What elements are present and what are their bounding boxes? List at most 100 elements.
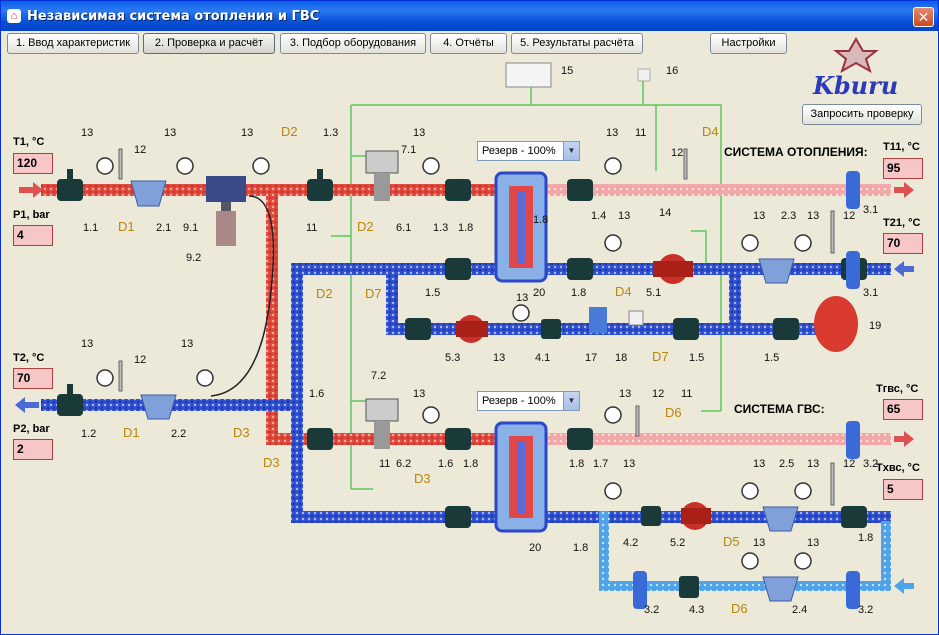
reserve-select-heating-value: Резерв - 100% xyxy=(482,145,556,157)
svg-text:6.1: 6.1 xyxy=(396,222,411,234)
p2-field[interactable]: 2 xyxy=(13,439,53,460)
svg-text:14: 14 xyxy=(659,207,671,219)
pressure-switch-icon xyxy=(628,310,644,326)
svg-text:D6: D6 xyxy=(731,601,748,616)
dhw-supply-pipe xyxy=(546,433,891,445)
t11-field[interactable]: 95 xyxy=(883,158,923,179)
main-window: ⌂ Независимая система отопления и ГВС ✕ … xyxy=(0,0,939,635)
svg-text:12: 12 xyxy=(843,210,855,222)
svg-text:D2: D2 xyxy=(357,219,374,234)
t21-field[interactable]: 70 xyxy=(883,233,923,254)
svg-text:2.4: 2.4 xyxy=(792,604,807,616)
svg-text:1.6: 1.6 xyxy=(438,458,453,470)
svg-text:D3: D3 xyxy=(233,425,250,440)
tgvs-field[interactable]: 65 xyxy=(883,399,923,420)
chevron-down-icon[interactable]: ▼ xyxy=(563,142,579,160)
svg-text:19: 19 xyxy=(869,320,881,332)
svg-text:1.5: 1.5 xyxy=(689,352,704,364)
scheme-diagram: 13 13 13 12 1.3 1.1 2.1 9.1 9.2 7.1 13 6.1 1.3 1.… xyxy=(15,37,914,616)
svg-text:13: 13 xyxy=(753,537,765,549)
svg-text:1.5: 1.5 xyxy=(764,352,779,364)
svg-text:1.3: 1.3 xyxy=(433,222,448,234)
svg-text:13: 13 xyxy=(807,537,819,549)
heat-exchanger-dhw-icon xyxy=(494,421,548,533)
t21-label: T21, °C xyxy=(883,217,921,229)
svg-text:D4: D4 xyxy=(615,284,632,299)
svg-text:2.5: 2.5 xyxy=(779,458,794,470)
svg-text:1.5: 1.5 xyxy=(425,287,440,299)
svg-text:13: 13 xyxy=(606,127,618,139)
logo-text: Kburu xyxy=(812,71,898,100)
svg-text:D5: D5 xyxy=(723,534,740,549)
svg-text:20: 20 xyxy=(529,542,541,554)
arrow-thvs-in-icon xyxy=(894,578,914,594)
svg-text:5.1: 5.1 xyxy=(646,287,661,299)
reserve-select-dhw-value: Резерв - 100% xyxy=(482,395,556,407)
svg-text:D3: D3 xyxy=(414,471,431,486)
svg-text:13: 13 xyxy=(413,388,425,400)
t2-field[interactable]: 70 xyxy=(13,368,53,389)
svg-text:13: 13 xyxy=(241,127,253,139)
svg-text:D4: D4 xyxy=(702,124,719,139)
arrow-t11-out-icon xyxy=(894,182,914,198)
p2-label: P2, bar xyxy=(13,423,50,435)
tgvs-label: Tгвс, °C xyxy=(876,383,919,395)
svg-text:D7: D7 xyxy=(652,349,669,364)
svg-text:11: 11 xyxy=(681,388,692,400)
svg-text:3.2: 3.2 xyxy=(644,604,659,616)
expansion-tank-icon xyxy=(814,296,858,352)
arrow-t21-in-icon xyxy=(894,261,914,277)
svg-text:D1: D1 xyxy=(118,219,135,234)
svg-text:12: 12 xyxy=(134,144,146,156)
svg-text:15: 15 xyxy=(561,65,573,77)
chevron-down-icon[interactable]: ▼ xyxy=(563,392,579,410)
request-check-button[interactable]: Запросить проверку xyxy=(802,104,922,125)
dhw-section-label: СИСТЕМА ГВС: xyxy=(734,402,825,416)
svg-text:1.2: 1.2 xyxy=(81,428,96,440)
reserve-select-heating[interactable]: Резерв - 100% ▼ xyxy=(477,141,580,161)
reserve-select-dhw[interactable]: Резерв - 100% ▼ xyxy=(477,391,580,411)
svg-text:13: 13 xyxy=(807,458,819,470)
svg-text:17: 17 xyxy=(585,352,597,364)
arrow-tgvs-out-icon xyxy=(894,431,914,447)
solenoid-icon xyxy=(589,307,607,333)
svg-text:1.4: 1.4 xyxy=(591,210,606,222)
arrow-t2-out-icon xyxy=(15,397,39,413)
svg-text:4.1: 4.1 xyxy=(535,352,550,364)
svg-text:6.2: 6.2 xyxy=(396,458,411,470)
svg-text:3.1: 3.1 xyxy=(863,204,878,216)
svg-text:13: 13 xyxy=(619,388,631,400)
svg-text:1.8: 1.8 xyxy=(569,458,584,470)
p1-field[interactable]: 4 xyxy=(13,225,53,246)
heating-section-label: СИСТЕМА ОТОПЛЕНИЯ: xyxy=(724,145,868,159)
svg-text:D2: D2 xyxy=(316,286,333,301)
svg-text:13: 13 xyxy=(164,127,176,139)
svg-text:1.8: 1.8 xyxy=(458,222,473,234)
arrow-t1-in-icon xyxy=(19,182,43,198)
svg-text:1.8: 1.8 xyxy=(858,532,873,544)
svg-text:1.1: 1.1 xyxy=(83,222,98,234)
svg-text:13: 13 xyxy=(753,210,765,222)
t1-field[interactable]: 120 xyxy=(13,153,53,174)
svg-text:12: 12 xyxy=(652,388,664,400)
svg-text:D2: D2 xyxy=(281,124,298,139)
svg-text:11: 11 xyxy=(379,458,390,470)
svg-text:12: 12 xyxy=(843,458,855,470)
pressure-regulator-icon xyxy=(206,176,275,397)
thvs-field[interactable]: 5 xyxy=(883,479,923,500)
logo: Kburu xyxy=(812,37,898,100)
svg-text:1.7: 1.7 xyxy=(593,458,608,470)
svg-text:11: 11 xyxy=(306,222,317,234)
svg-text:16: 16 xyxy=(666,65,678,77)
svg-text:13: 13 xyxy=(493,352,505,364)
t2-label: T2, °C xyxy=(13,352,45,364)
svg-text:D1: D1 xyxy=(123,425,140,440)
svg-text:12: 12 xyxy=(671,147,683,159)
svg-text:9.1: 9.1 xyxy=(183,222,198,234)
svg-text:2.1: 2.1 xyxy=(156,222,171,234)
svg-text:D7: D7 xyxy=(365,286,382,301)
svg-text:13: 13 xyxy=(753,458,765,470)
svg-text:1.3: 1.3 xyxy=(323,127,338,139)
svg-text:13: 13 xyxy=(623,458,635,470)
heating-return-pipe xyxy=(546,263,891,275)
